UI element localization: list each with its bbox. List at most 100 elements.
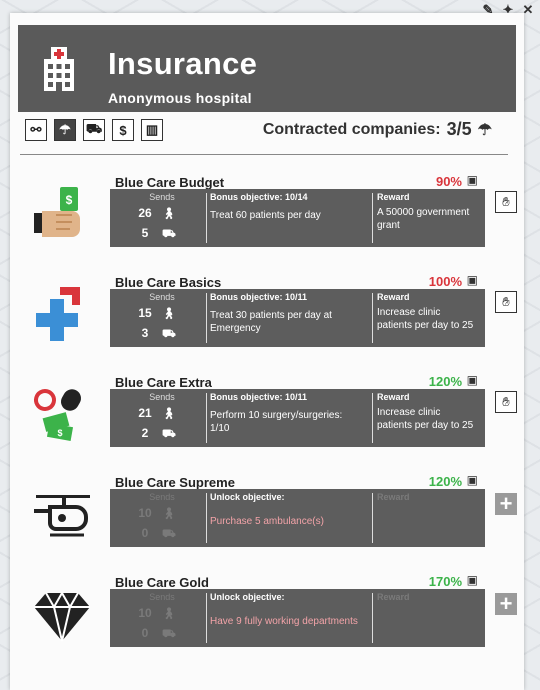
ambulance-count: 0 — [141, 626, 149, 640]
ambulance-icon: ⛟ — [162, 528, 176, 540]
company-percentage: 170% — [428, 574, 462, 589]
hand-icon: ✋︎ — [502, 294, 510, 309]
ambulance-count: 0 — [141, 526, 149, 540]
sends-ambulance: 2 ⛟ — [134, 426, 176, 442]
pills-money-icon: $ — [32, 385, 92, 445]
company-details: Sends 10 🚶︎ 0 ⛟ Unlock objective: Purchase… — [110, 489, 485, 547]
filter-ambulance-button[interactable]: ⛟ — [83, 119, 105, 141]
separator — [372, 593, 373, 643]
reward-label: Reward — [377, 592, 410, 602]
company-row: $ Blue Care Extra 120% ▣ Sends 21 🚶︎ 2 ⛟ B… — [18, 373, 517, 475]
cancel-contract-button[interactable]: ✋︎ — [495, 391, 517, 413]
money-icon: ▣ — [466, 273, 478, 287]
umbrella-icon: ☂ — [59, 122, 71, 137]
ambulance-icon: ⛟ — [162, 428, 176, 440]
separator — [372, 293, 373, 343]
svg-text:$: $ — [66, 193, 73, 207]
medical-cross-icon — [32, 285, 92, 345]
sends-patients: 26 🚶︎ — [134, 206, 176, 220]
reward-text: Increase clinic patients per day to 25 — [377, 307, 474, 331]
company-row: Blue Care Supreme 120% ▣ Sends 10 🚶︎ 0 ⛟ U… — [18, 473, 517, 575]
ambulance-count: 2 — [141, 426, 149, 440]
plus-icon: + — [499, 491, 513, 516]
ambulance-count: 5 — [141, 226, 149, 240]
plus-icon: + — [499, 591, 513, 616]
sends-label: Sends — [149, 592, 175, 602]
company-name: Blue Care Gold — [115, 575, 209, 590]
unlock-button[interactable]: + — [495, 493, 517, 515]
sends-ambulance: 5 ⛟ — [134, 226, 176, 242]
separator — [206, 493, 207, 543]
separator — [206, 593, 207, 643]
sends-label: Sends — [149, 292, 175, 302]
sends-patients: 21 🚶︎ — [134, 406, 176, 420]
header: Insurance Anonymous hospital — [18, 25, 516, 112]
cancel-contract-button[interactable]: ✋︎ — [495, 191, 517, 213]
ambulance-icon: ⛟ — [162, 328, 176, 340]
hand-icon: ✋︎ — [502, 194, 510, 209]
company-name: Blue Care Supreme — [115, 475, 235, 490]
reward-label: Reward — [377, 292, 410, 302]
sends-ambulance: 0 ⛟ — [134, 526, 176, 542]
objective-label: Bonus objective: 10/11 — [210, 392, 308, 402]
money-icon: ▣ — [466, 373, 478, 387]
reward-text: A 50000 government grant — [377, 207, 470, 231]
unlock-button[interactable]: + — [495, 593, 517, 615]
objective-text: Perform 10 surgery/surgeries: 1/10 — [210, 410, 343, 434]
page-title: Insurance — [108, 46, 258, 81]
objective-label: Bonus objective: 10/14 — [210, 192, 308, 202]
filter-chart-button[interactable]: ▥ — [141, 119, 163, 141]
objective-text: Have 9 fully working departments — [210, 616, 358, 627]
ambulance-icon: ⛟ — [162, 628, 176, 640]
chart-icon: ▥ — [145, 122, 159, 137]
money-icon: ▣ — [466, 473, 478, 487]
objective-label: Unlock objective: — [210, 592, 285, 602]
company-percentage: 120% — [428, 374, 462, 389]
hospital-icon — [44, 47, 74, 91]
sends-ambulance: 0 ⛟ — [134, 626, 176, 642]
diamond-icon — [32, 585, 92, 645]
patients-count: 26 — [138, 206, 152, 220]
separator — [372, 393, 373, 443]
reward-label: Reward — [377, 392, 410, 402]
sends-patients: 10 🚶︎ — [134, 506, 176, 520]
ambulance-icon: ⛟ — [162, 228, 176, 240]
money-icon: ▣ — [466, 573, 478, 587]
company-percentage: 90% — [435, 174, 462, 189]
filter-umbrella-button[interactable]: ☂ — [54, 119, 76, 141]
filter-network-button[interactable]: ⚯ — [25, 119, 47, 141]
money-icon: $ — [119, 122, 127, 138]
insurance-panel: Insurance Anonymous hospital ⚯ ☂ ⛟ $ ▥ Contr… — [10, 13, 524, 690]
sends-label: Sends — [149, 492, 175, 502]
contracted-label: Contracted companies: — [262, 120, 441, 138]
divider — [20, 154, 508, 155]
cancel-contract-button[interactable]: ✋︎ — [495, 291, 517, 313]
company-name: Blue Care Extra — [115, 375, 212, 390]
umbrella-icon: ☂ — [477, 121, 492, 139]
money-hand-icon: $ — [32, 185, 92, 245]
objective-text: Treat 30 patients per day at Emergency — [210, 310, 332, 334]
sends-label: Sends — [149, 392, 175, 402]
sends-patients: 10 🚶︎ — [134, 606, 176, 620]
patients-count: 10 — [138, 506, 152, 520]
separator — [206, 393, 207, 443]
separator — [372, 493, 373, 543]
hospital-name: Anonymous hospital — [108, 90, 252, 106]
separator — [372, 193, 373, 243]
company-details: Sends 26 🚶︎ 5 ⛟ Bonus objective: 10/14 Tre… — [110, 189, 485, 247]
objective-label: Bonus objective: 10/11 — [210, 292, 308, 302]
walking-person-icon: 🚶︎ — [162, 308, 176, 320]
company-details: Sends 21 🚶︎ 2 ⛟ Bonus objective: 10/11 Per… — [110, 389, 485, 447]
network-icon: ⚯ — [30, 122, 42, 137]
company-percentage: 120% — [428, 474, 462, 489]
filter-money-button[interactable]: $ — [112, 119, 134, 141]
ambulance-count: 3 — [141, 326, 149, 340]
patients-count: 15 — [138, 306, 152, 320]
helicopter-icon — [32, 485, 92, 545]
contracted-count: 3/5 — [446, 119, 472, 139]
separator — [206, 293, 207, 343]
svg-text:$: $ — [57, 428, 62, 438]
contracted-companies: Contracted companies: 3/5 ☂ — [263, 119, 492, 140]
sends-label: Sends — [149, 192, 175, 202]
company-details: Sends 15 🚶︎ 3 ⛟ Bonus objective: 10/11 Tre… — [110, 289, 485, 347]
